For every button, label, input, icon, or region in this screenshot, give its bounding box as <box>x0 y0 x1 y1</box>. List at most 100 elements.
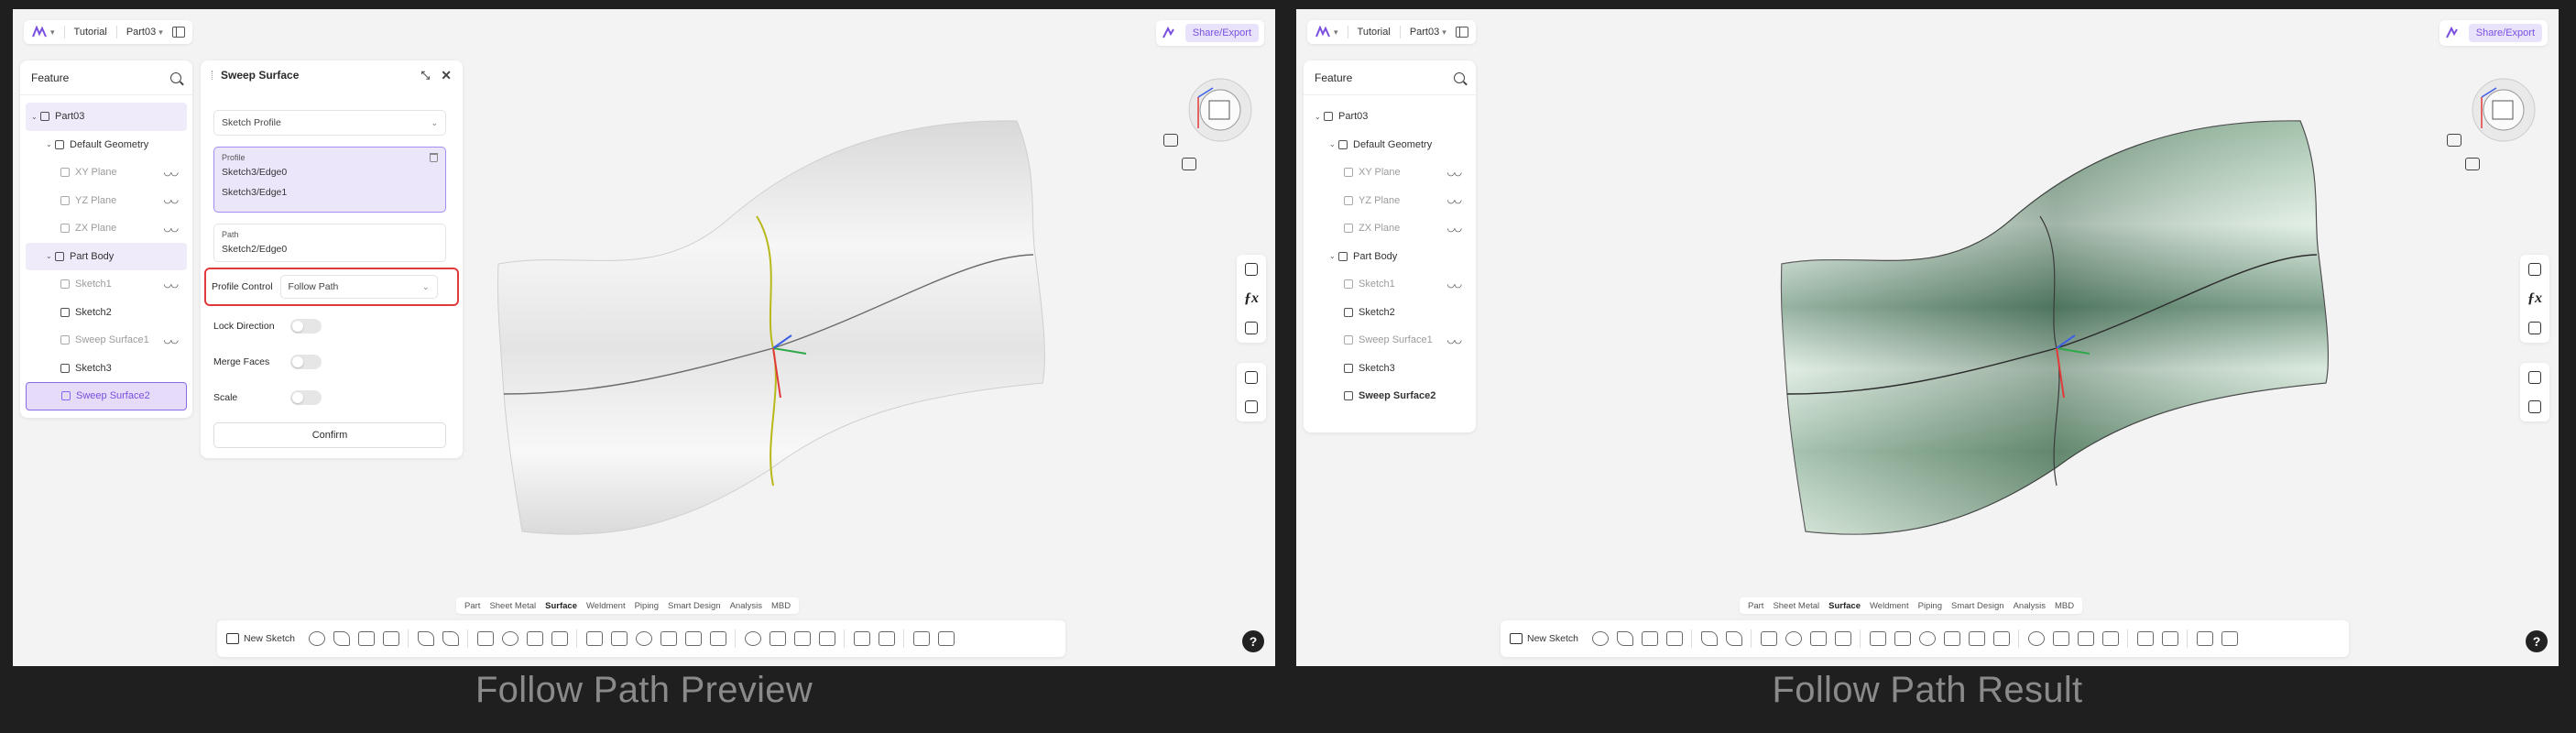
tab-mbd[interactable]: MBD <box>2050 601 2079 611</box>
clipboard-icon <box>1245 322 1258 334</box>
new-sketch-button[interactable]: New Sketch <box>1510 633 1578 644</box>
revolve-surface-icon[interactable] <box>1665 631 1683 646</box>
new-sketch-icon <box>226 633 239 644</box>
table-tool[interactable] <box>1237 363 1266 392</box>
tab-smart-design[interactable]: Smart Design <box>663 601 726 611</box>
tab-surface[interactable]: Surface <box>1824 601 1865 611</box>
properties-tool[interactable] <box>2520 255 2549 284</box>
tab-weldment[interactable]: Weldment <box>582 601 630 611</box>
right-toolbar: ƒx <box>1237 255 1266 343</box>
spline-tool-icon[interactable] <box>1616 631 1633 646</box>
pattern-icon[interactable] <box>2161 631 2178 646</box>
fit-view-icon[interactable] <box>2447 134 2461 147</box>
split-icon[interactable] <box>744 631 761 646</box>
fill-icon[interactable] <box>585 631 603 646</box>
copy-tool[interactable] <box>2520 392 2549 421</box>
new-sketch-button[interactable]: New Sketch <box>226 633 295 644</box>
tab-part[interactable]: Part <box>460 601 485 611</box>
extrude-surface-icon[interactable] <box>1641 631 1658 646</box>
mirror-icon[interactable] <box>853 631 870 646</box>
model-viewport[interactable] <box>1296 9 2559 666</box>
document-icon <box>1245 263 1258 276</box>
tab-piping[interactable]: Piping <box>1914 601 1947 611</box>
helix-tool-icon[interactable] <box>1725 631 1742 646</box>
body-tool-icon[interactable] <box>2196 631 2213 646</box>
tab-mbd[interactable]: MBD <box>767 601 795 611</box>
extrude-icon[interactable] <box>1760 631 1777 646</box>
formula-tool[interactable]: ƒx <box>1237 284 1266 313</box>
right-toolbar: ƒx <box>2520 255 2549 343</box>
mirror-icon[interactable] <box>2136 631 2154 646</box>
revolve-icon[interactable] <box>501 631 518 646</box>
help-button[interactable]: ? <box>2526 630 2548 652</box>
tab-surface[interactable]: Surface <box>540 601 582 611</box>
view-mode-icon[interactable] <box>2465 158 2480 170</box>
formula-tool[interactable]: ƒx <box>2520 284 2549 313</box>
caption-preview: Follow Path Preview <box>475 670 813 710</box>
split-icon[interactable] <box>2027 631 2045 646</box>
extend-icon[interactable] <box>635 631 652 646</box>
tab-smart-design[interactable]: Smart Design <box>1947 601 2009 611</box>
view-cube[interactable] <box>1171 64 1262 156</box>
sweep-icon[interactable] <box>526 631 543 646</box>
workbench-tabs: Part Sheet Metal Surface Weldment Piping… <box>456 597 800 614</box>
ruled-surface-icon[interactable] <box>2101 631 2119 646</box>
helix-tool-icon[interactable] <box>442 631 459 646</box>
copy-tool[interactable] <box>1237 392 1266 421</box>
replace-face-icon[interactable] <box>769 631 786 646</box>
offset-icon[interactable] <box>1894 631 1911 646</box>
offset-icon[interactable] <box>610 631 628 646</box>
extrude-surface-icon[interactable] <box>357 631 375 646</box>
tab-sheet-metal[interactable]: Sheet Metal <box>485 601 540 611</box>
table-icon <box>1245 371 1258 384</box>
trim-icon[interactable] <box>660 631 677 646</box>
right-toolbar-secondary <box>1237 363 1266 421</box>
extend-icon[interactable] <box>1918 631 1936 646</box>
new-sketch-icon <box>1510 633 1523 644</box>
properties-tool[interactable] <box>1237 255 1266 284</box>
view-mode-icon[interactable] <box>1182 158 1196 170</box>
replace-face-icon[interactable] <box>2052 631 2069 646</box>
tab-piping[interactable]: Piping <box>630 601 663 611</box>
knit-icon[interactable] <box>1992 631 2010 646</box>
checklist-tool[interactable] <box>2520 313 2549 343</box>
preview-screenshot: ▾ Tutorial Part03 ▾ Share/Export Feature… <box>13 9 1275 666</box>
ruled-surface-icon[interactable] <box>818 631 835 646</box>
more-tools-icon[interactable] <box>2221 631 2238 646</box>
fit-view-icon[interactable] <box>1163 134 1178 147</box>
thicken-icon[interactable] <box>684 631 702 646</box>
document-icon <box>2528 263 2541 276</box>
view-cube[interactable] <box>2454 64 2546 156</box>
sweep-icon[interactable] <box>1809 631 1827 646</box>
trim-icon[interactable] <box>1943 631 1960 646</box>
curve-tool-icon[interactable] <box>1700 631 1718 646</box>
model-viewport[interactable] <box>13 9 1275 666</box>
table-tool[interactable] <box>2520 363 2549 392</box>
curve-tool-icon[interactable] <box>417 631 434 646</box>
delete-face-icon[interactable] <box>793 631 811 646</box>
clipboard-icon <box>2528 322 2541 334</box>
tab-sheet-metal[interactable]: Sheet Metal <box>1768 601 1824 611</box>
revolve-icon[interactable] <box>1785 631 1802 646</box>
fill-icon[interactable] <box>1869 631 1886 646</box>
help-button[interactable]: ? <box>1242 630 1264 652</box>
tab-part[interactable]: Part <box>1743 601 1768 611</box>
tab-analysis[interactable]: Analysis <box>726 601 767 611</box>
checklist-tool[interactable] <box>1237 313 1266 343</box>
more-tools-icon[interactable] <box>937 631 955 646</box>
surface-toolbar: New Sketch <box>1501 620 2349 657</box>
spline-tool-icon[interactable] <box>333 631 350 646</box>
pattern-icon[interactable] <box>878 631 895 646</box>
point-tool-icon[interactable] <box>308 631 325 646</box>
delete-face-icon[interactable] <box>2077 631 2094 646</box>
extrude-icon[interactable] <box>476 631 494 646</box>
body-tool-icon[interactable] <box>912 631 930 646</box>
knit-icon[interactable] <box>709 631 726 646</box>
point-tool-icon[interactable] <box>1591 631 1609 646</box>
thicken-icon[interactable] <box>1968 631 1985 646</box>
loft-icon[interactable] <box>551 631 568 646</box>
tab-analysis[interactable]: Analysis <box>2009 601 2050 611</box>
tab-weldment[interactable]: Weldment <box>1865 601 1914 611</box>
loft-icon[interactable] <box>1834 631 1851 646</box>
revolve-surface-icon[interactable] <box>382 631 399 646</box>
